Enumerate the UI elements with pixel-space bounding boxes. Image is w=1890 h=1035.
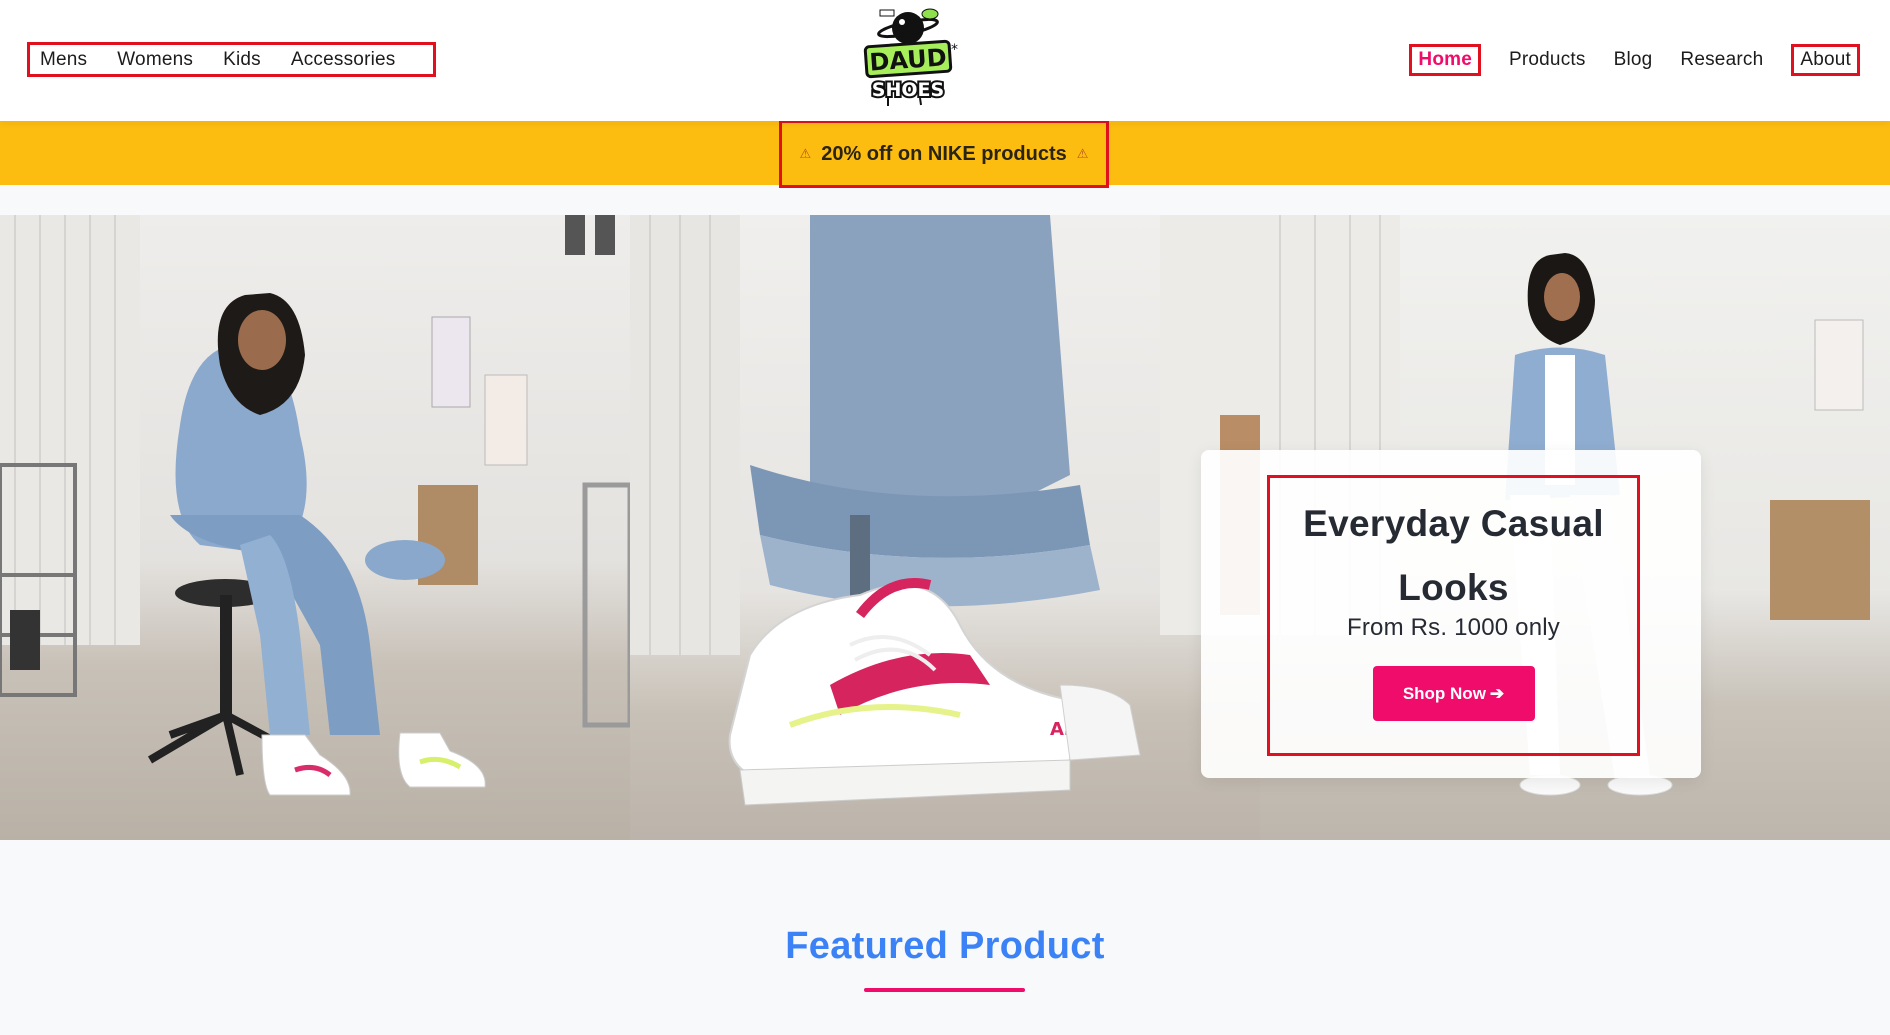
nav-kids[interactable]: Kids (223, 49, 261, 71)
nav-blog[interactable]: Blog (1614, 49, 1653, 71)
nav-home[interactable]: Home (1409, 43, 1481, 76)
svg-text:DAUD: DAUD (869, 43, 948, 76)
nav-accessories[interactable]: Accessories (291, 49, 396, 71)
logo-image: DAUD * SHOES (863, 8, 958, 106)
warning-icon: ⚠ (1076, 146, 1089, 161)
hero-banner: AIR Everyd (0, 215, 1890, 840)
category-nav: Mens Womens Kids Accessories (27, 42, 436, 77)
hero-subtitle: From Rs. 1000 only (1346, 614, 1560, 641)
nav-about[interactable]: About (1791, 43, 1860, 76)
arrow-right-icon: ➔ (1489, 683, 1505, 703)
featured-title: Featured Product (785, 925, 1105, 967)
nav-womens[interactable]: Womens (117, 49, 193, 71)
shop-now-button[interactable]: Shop Now ➔ (1372, 666, 1535, 721)
site-header: Mens Womens Kids Accessories DAUD * SHOE… (0, 0, 1890, 121)
nav-products[interactable]: Products (1509, 49, 1586, 71)
featured-underline (864, 988, 1025, 992)
hero-promo-card: Everyday Casual Looks From Rs. 1000 only… (1201, 450, 1701, 778)
main-nav: Home Products Blog Research About (1381, 42, 1860, 77)
nav-research[interactable]: Research (1680, 49, 1763, 71)
hero-image-sneaker-closeup: AIR (630, 215, 1260, 840)
featured-section: Featured Product (0, 925, 1890, 992)
warning-icon: ⚠ (799, 146, 812, 161)
hero-image-seated-model (0, 215, 630, 840)
promo-banner: ⚠ 20% off on NIKE products ⚠ (0, 120, 1890, 188)
hero-content: Everyday Casual Looks From Rs. 1000 only… (1267, 475, 1640, 756)
svg-text:SHOES: SHOES (872, 79, 944, 101)
shop-now-label: Shop Now (1402, 683, 1486, 703)
svg-text:*: * (951, 42, 958, 58)
hero-title: Everyday Casual Looks (1303, 503, 1604, 608)
promo-text: 20% off on NIKE products (821, 142, 1067, 165)
nav-mens[interactable]: Mens (40, 49, 87, 71)
site-logo[interactable]: DAUD * SHOES (858, 4, 958, 108)
promo-message: ⚠ 20% off on NIKE products ⚠ (779, 120, 1109, 188)
